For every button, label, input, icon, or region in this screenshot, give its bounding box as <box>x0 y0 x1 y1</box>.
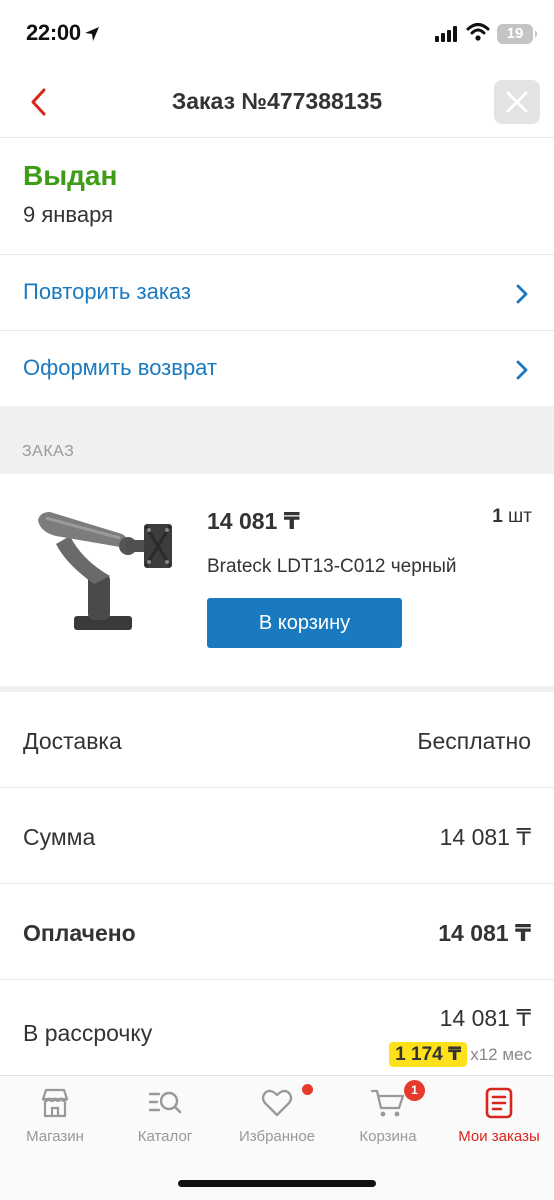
favorites-notification-dot <box>302 1084 313 1095</box>
return-order-label: Оформить возврат <box>23 355 218 380</box>
tab-catalog-label: Каталог <box>137 1128 193 1145</box>
chevron-right-icon <box>516 360 528 380</box>
add-to-cart-button[interactable]: В корзину <box>207 598 402 648</box>
sum-row: Сумма 14 081 ₸ <box>0 788 554 884</box>
battery-indicator: 19 <box>497 24 537 44</box>
nav-bar: Заказ №477388135 <box>0 66 554 138</box>
paid-row: Оплачено 14 081 ₸ <box>0 884 554 980</box>
delivery-label: Доставка <box>23 728 122 754</box>
paid-label: Оплачено <box>23 920 136 946</box>
store-icon <box>41 1088 69 1118</box>
paid-value: 14 081 ₸ <box>438 920 531 946</box>
installment-value: 14 081 ₸ <box>439 1005 531 1031</box>
tab-my-orders[interactable]: Мои заказы <box>444 1086 554 1145</box>
tab-cart[interactable]: Корзина <box>333 1086 443 1145</box>
product-quantity: 1 шт <box>492 506 532 527</box>
sum-value: 14 081 ₸ <box>439 824 531 850</box>
product-card: 14 081 ₸ 1 шт Brateck LDT13-C012 черный … <box>0 474 554 686</box>
home-indicator <box>178 1180 376 1187</box>
close-button[interactable] <box>494 80 540 124</box>
product-price: 14 081 ₸ <box>207 508 300 534</box>
order-status-date: 9 января <box>23 202 113 227</box>
monthly-payment-badge: 1 174 ₸ <box>389 1042 468 1067</box>
cart-icon <box>370 1089 405 1117</box>
installment-row: В рассрочку 14 081 ₸ 1 174 ₸ x12 мес <box>0 980 554 1075</box>
section-label: ЗАКАЗ <box>22 443 75 460</box>
tab-store[interactable]: Магазин <box>0 1086 110 1145</box>
order-section-header: ЗАКАЗ <box>0 406 554 474</box>
product-image[interactable] <box>26 504 181 636</box>
repeat-order-row[interactable]: Повторить заказ <box>0 254 554 330</box>
tab-catalog[interactable]: Каталог <box>110 1086 220 1145</box>
cellular-signal-icon <box>435 26 457 42</box>
product-name[interactable]: Brateck LDT13-C012 черный <box>207 556 457 578</box>
cart-count-badge: 1 <box>404 1080 425 1101</box>
wifi-icon <box>466 23 490 41</box>
orders-icon <box>485 1087 513 1119</box>
location-arrow-icon <box>84 27 99 41</box>
installment-monthly: 1 174 ₸ x12 мес <box>389 1042 532 1067</box>
delivery-value: Бесплатно <box>417 728 531 754</box>
heart-icon <box>261 1089 293 1117</box>
order-status-title: Выдан <box>23 160 118 191</box>
return-order-row[interactable]: Оформить возврат <box>0 330 554 406</box>
close-icon <box>506 91 528 113</box>
tab-favorites[interactable]: Избранное <box>222 1086 332 1145</box>
chevron-right-icon <box>516 284 528 304</box>
catalog-search-icon <box>148 1091 182 1114</box>
repeat-order-label: Повторить заказ <box>23 279 191 304</box>
tab-store-label: Магазин <box>26 1128 84 1145</box>
status-bar: 22:00 19 <box>0 0 554 66</box>
tab-favorites-label: Избранное <box>238 1128 316 1145</box>
status-time: 22:00 <box>26 20 100 46</box>
tab-my-orders-label: Мои заказы <box>458 1128 540 1145</box>
page-title: Заказ №477388135 <box>171 88 383 114</box>
delivery-row: Доставка Бесплатно <box>0 692 554 788</box>
installment-label: В рассрочку <box>23 1020 153 1046</box>
installment-period: x12 мес <box>470 1045 532 1064</box>
sum-label: Сумма <box>23 824 96 850</box>
tab-cart-label: Корзина <box>359 1128 417 1145</box>
